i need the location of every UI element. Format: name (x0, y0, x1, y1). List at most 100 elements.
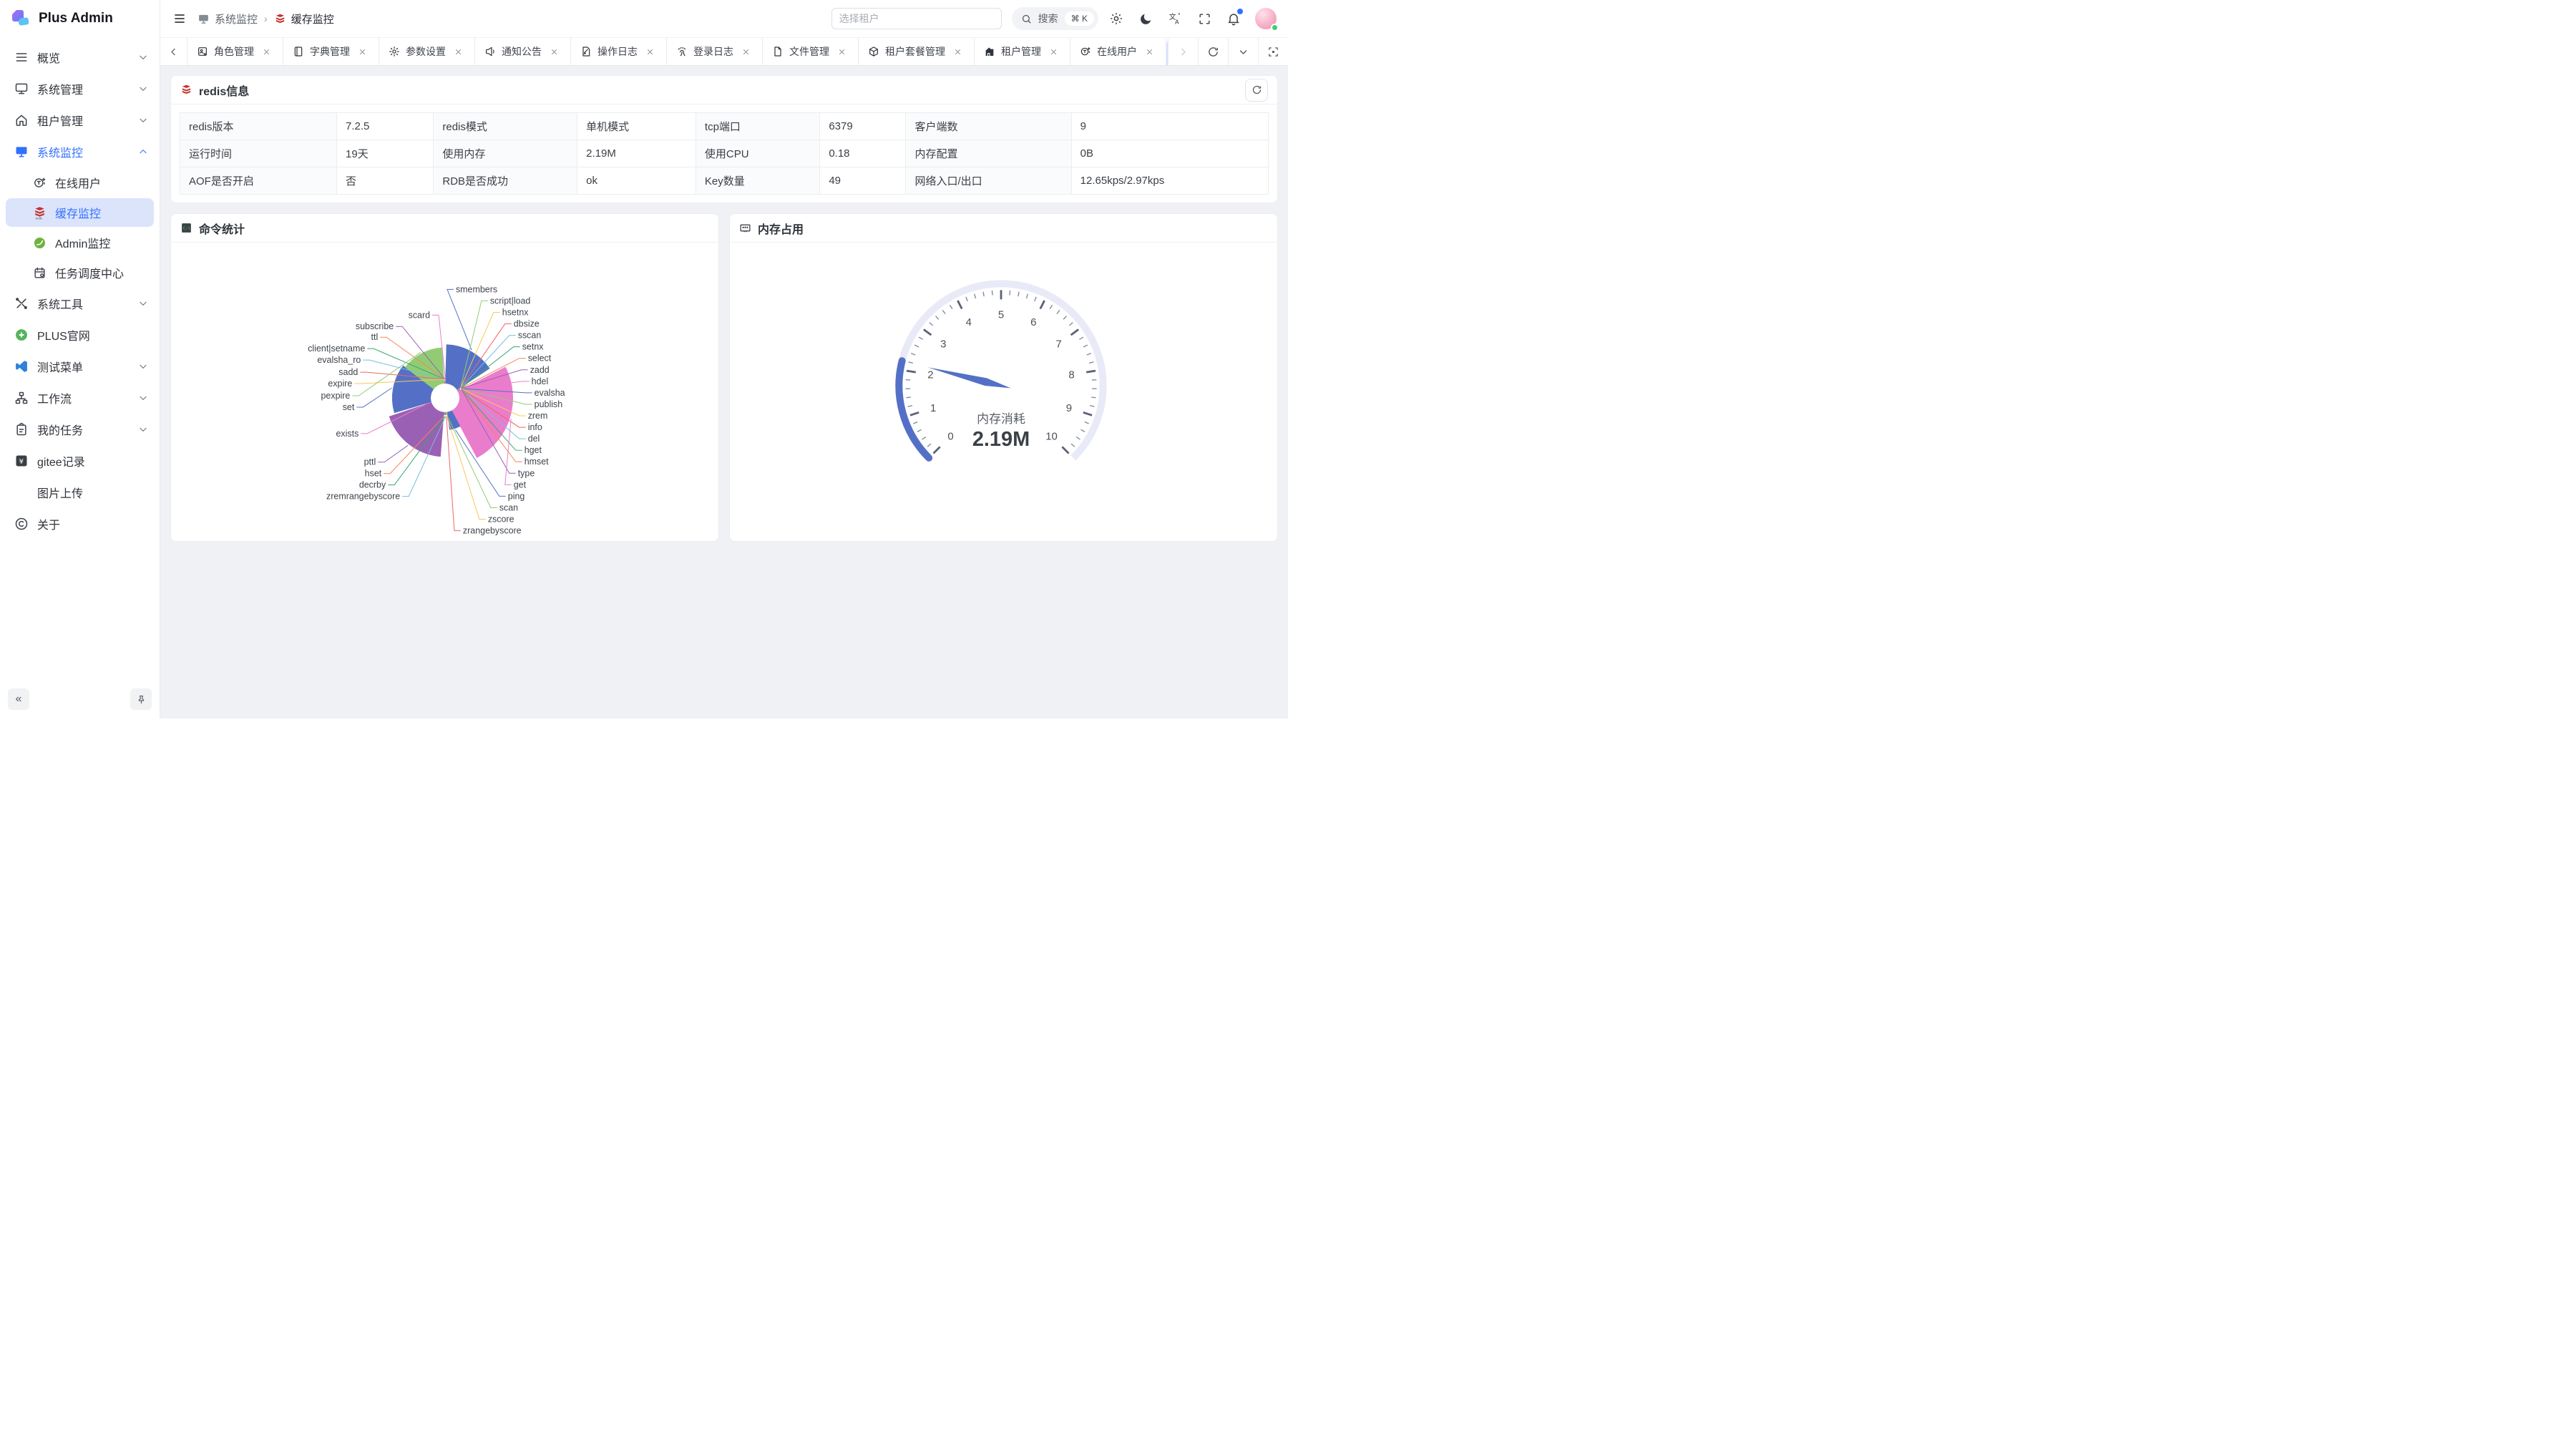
sidebar-item-gitee-log[interactable]: ¥gitee记录 (0, 445, 160, 477)
sidebar-pin-button[interactable] (130, 688, 152, 710)
info-value: 6379 (820, 113, 906, 140)
tab-close-icon[interactable] (951, 45, 965, 59)
menu-icon (14, 50, 29, 64)
tab-dict-manage[interactable]: 字典管理 (283, 38, 379, 65)
gauge-value: 2.19M (972, 428, 1030, 451)
tab-close-icon[interactable] (643, 45, 657, 59)
info-value: 单机模式 (577, 113, 696, 140)
terminal-icon: C:\ (180, 222, 192, 234)
breadcrumb-item-system-monitor[interactable]: 系统监控 (197, 11, 258, 26)
book-icon (293, 46, 304, 57)
sidebar-item-system-monitor[interactable]: 系统监控 (0, 136, 160, 167)
tab-close-icon[interactable] (835, 45, 849, 59)
sidebar-item-test-menu[interactable]: 测试菜单 (0, 351, 160, 382)
redis-refresh-button[interactable] (1245, 79, 1268, 102)
sidebar-item-workflow[interactable]: 工作流 (0, 382, 160, 414)
info-label: 使用CPU (696, 140, 819, 167)
info-label: tcp端口 (696, 113, 819, 140)
tab-login-log[interactable]: 登录日志 (667, 38, 763, 65)
memory-gauge-chart: 012345678910内存消耗2.19M (730, 243, 1277, 541)
tab-op-log[interactable]: 操作日志 (571, 38, 667, 65)
info-label: 使用内存 (434, 140, 577, 167)
redis-info-card: redis信息 redis版本7.2.5redis模式单机模式tcp端口6379… (170, 75, 1278, 203)
tab-role-manage[interactable]: 角色管理 (187, 38, 283, 65)
pie-label-publish: publish (535, 399, 563, 409)
pie-label-pexpire: pexpire (321, 391, 351, 401)
breadcrumb-item-cache-monitor[interactable]: 缓存监控 (274, 11, 334, 26)
tab-close-icon[interactable] (1047, 45, 1060, 59)
tab-file-manage[interactable]: 文件管理 (763, 38, 859, 65)
sidebar-item-label: 关于 (37, 515, 148, 532)
sidebar-item-image-upload[interactable]: 图片上传 (0, 477, 160, 508)
tab-label: 通知公告 (502, 44, 542, 59)
chevron-down-icon (138, 393, 148, 403)
sidebar-item-system-tools[interactable]: 系统工具 (0, 288, 160, 319)
hamburger-menu-icon[interactable] (172, 11, 187, 26)
tenant-select-input[interactable] (831, 8, 1002, 29)
info-label: Key数量 (696, 167, 819, 195)
tab-tenant-manage[interactable]: 租户管理 (975, 38, 1070, 65)
pie-label-hmset: hmset (525, 457, 549, 467)
home-icon (14, 113, 29, 127)
settings-gear-icon[interactable] (1108, 11, 1124, 26)
tab-close-icon[interactable] (452, 45, 465, 59)
sidebar-item-label: 系统工具 (37, 295, 130, 312)
fullscreen-icon[interactable] (1196, 11, 1212, 26)
tab-more-dropdown-button[interactable] (1228, 38, 1258, 65)
sidebar-item-system-manage[interactable]: 系统管理 (0, 73, 160, 104)
tabs-scroll-right-button[interactable] (1168, 38, 1198, 65)
tab-close-icon[interactable] (547, 45, 561, 59)
breadcrumb: 系统监控 › 缓存监控 (197, 11, 334, 26)
pie-label-scan: scan (499, 502, 518, 512)
gauge-needle (927, 367, 1010, 388)
tab-refresh-button[interactable] (1198, 38, 1228, 65)
sidebar-item-overview[interactable]: 概览 (0, 42, 160, 73)
memory-chip-icon (739, 222, 751, 234)
sidebar-subitem-online-user[interactable]: 在线用户 (0, 167, 160, 198)
sidebar-item-tenant-manage[interactable]: 租户管理 (0, 104, 160, 136)
sidebar-subitem-cache-monitor[interactable]: redis缓存监控 (6, 198, 154, 227)
gauge-tick-label: 7 (1056, 338, 1062, 350)
language-translate-icon[interactable]: 文A (1167, 11, 1183, 26)
svg-text:¥: ¥ (19, 458, 24, 466)
logo: Plus Admin (0, 0, 160, 37)
sidebar-subitem-admin-monitor[interactable]: Admin监控 (0, 228, 160, 258)
chevron-up-icon (138, 147, 148, 157)
pie-label-dbsize: dbsize (514, 319, 540, 329)
tab-close-icon[interactable] (356, 45, 369, 59)
tab-label: 角色管理 (214, 44, 254, 59)
pie-label-type: type (518, 468, 535, 478)
sidebar-subitem-task-scheduler[interactable]: 任务调度中心 (0, 258, 160, 288)
tab-tenant-package[interactable]: 租户套餐管理 (859, 38, 975, 65)
pie-label-ttl: ttl (371, 332, 379, 342)
tab-label: 在线用户 (1097, 44, 1137, 59)
user-avatar[interactable] (1255, 8, 1277, 29)
svg-text:C:\: C:\ (183, 227, 190, 231)
redis-icon: redis (33, 206, 47, 220)
tab-online-user[interactable]: 在线用户 (1070, 38, 1166, 65)
pie-label-decrby: decrby (359, 480, 386, 490)
sidebar-item-my-tasks[interactable]: 我的任务 (0, 414, 160, 445)
tab-notice[interactable]: 通知公告 (475, 38, 571, 65)
notifications-bell-icon[interactable] (1226, 11, 1241, 26)
tab-close-icon[interactable] (260, 45, 273, 59)
sidebar-item-plus-site[interactable]: PLUS官网 (0, 319, 160, 351)
sidebar-item-about[interactable]: 关于 (0, 508, 160, 540)
content-fullscreen-button[interactable] (1258, 38, 1288, 65)
pie-label-client|setname: client|setname (308, 344, 365, 354)
tab-param-settings[interactable]: 参数设置 (379, 38, 475, 65)
dark-mode-moon-icon[interactable] (1138, 11, 1153, 26)
tab-close-icon[interactable] (739, 45, 753, 59)
sidebar-footer: « (0, 680, 160, 718)
tools-icon (14, 296, 29, 311)
tab-close-icon[interactable] (1143, 45, 1156, 59)
chevron-down-icon (138, 361, 148, 371)
info-label: 内存配置 (906, 140, 1071, 167)
sidebar-item-label: 系统管理 (37, 80, 130, 97)
redis-icon (180, 84, 192, 96)
sidebar-collapse-button[interactable]: « (8, 688, 29, 710)
info-value: 49 (820, 167, 906, 195)
global-search[interactable]: 搜索 ⌘ K (1012, 7, 1098, 30)
pie-label-exists: exists (336, 429, 358, 439)
tabs-scroll-left-button[interactable] (160, 38, 187, 65)
